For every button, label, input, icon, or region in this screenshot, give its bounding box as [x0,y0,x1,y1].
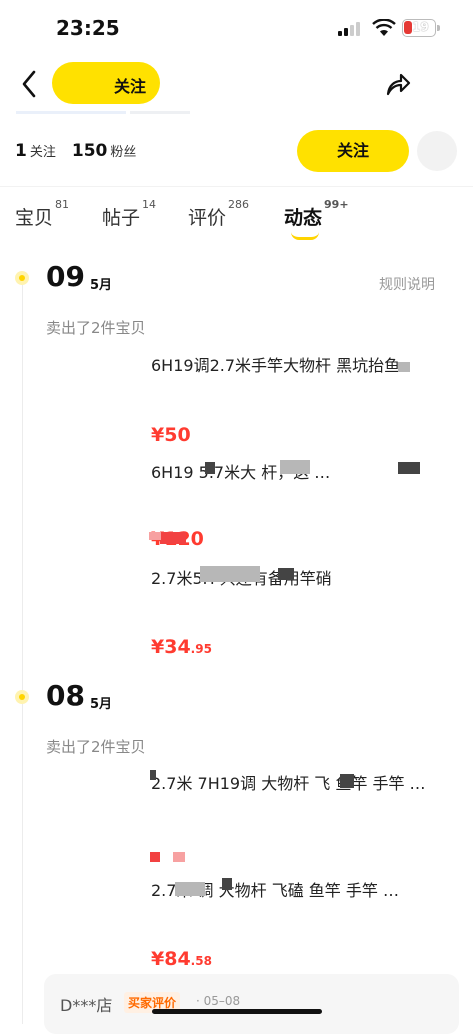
mosaic-block [200,566,260,582]
tab-reviews[interactable]: 评价286 [188,198,249,230]
tab-posts[interactable]: 帖子14 [102,198,156,230]
item-price: ¥84.58 [151,948,212,970]
item-title[interactable]: 2.7米 7H19调 大物杆 飞 鱼竿 手竿 … [151,770,426,794]
header-follow-label: 关注 [114,77,147,96]
mosaic-block [149,532,161,540]
timeline-line [22,278,23,1024]
sold-text: 卖出了2件宝贝 [46,738,146,756]
wifi-icon [372,19,396,36]
reviewer-name: D***店 [60,996,113,1015]
header-divider-2 [130,111,190,114]
rules-link[interactable]: 规则说明 [379,274,435,294]
group-day: 08 [46,679,85,712]
status-bar: 23:25 19 [0,0,473,56]
review-date: · 05–08 [196,994,241,1008]
cellular-signal-icon [338,22,360,36]
mosaic-block [398,362,410,372]
back-icon[interactable] [18,68,42,100]
fans-label: 粉丝 [110,145,137,160]
tab-bar: 宝贝81 帖子14 评价286 动态99+ [0,198,473,243]
more-button[interactable] [417,131,457,171]
tab-items[interactable]: 宝贝81 [15,198,69,230]
mosaic-block [222,878,232,890]
follow-button[interactable]: 关注 [297,130,409,172]
divider [0,186,473,187]
mosaic-block [175,882,205,896]
item-title[interactable]: 6H19调2.7米手竿大物杆 黑坑抬鱼 [151,352,400,376]
following-count[interactable]: 1 [15,141,27,161]
mosaic-block [150,852,160,862]
header-divider [16,111,126,114]
mosaic-block [280,460,310,474]
mosaic-block [340,774,354,788]
mosaic-block [205,462,215,474]
group-month: 5月 [90,278,113,293]
group-day: 09 [46,260,85,293]
battery-icon: 19 [402,19,440,37]
mosaic-block [278,568,294,580]
battery-level: 19 [412,20,429,34]
timeline-dot [15,271,29,285]
following-label: 关注 [29,145,56,160]
mosaic-block [173,852,185,862]
status-time: 23:25 [56,16,120,40]
item-price: ¥34.95 [151,636,212,658]
tab-active-indicator [291,232,319,240]
tab-activity[interactable]: 动态99+ [284,198,349,230]
review-card[interactable]: D***店 买家评价 · 05–08 [44,974,459,1034]
timeline-dot [15,690,29,704]
share-icon[interactable] [384,70,412,98]
mosaic-block [398,462,420,474]
header-follow-button[interactable]: 关注 [52,62,160,104]
profile-stats: 1 关注 150 粉丝 [15,141,152,161]
sold-text: 卖出了2件宝贝 [46,319,146,337]
mosaic-block [160,532,186,544]
mosaic-block [150,770,156,780]
home-indicator [152,1009,322,1014]
item-price: ¥50 [151,424,191,446]
group-month: 5月 [90,697,113,712]
fans-count[interactable]: 150 [72,141,108,161]
